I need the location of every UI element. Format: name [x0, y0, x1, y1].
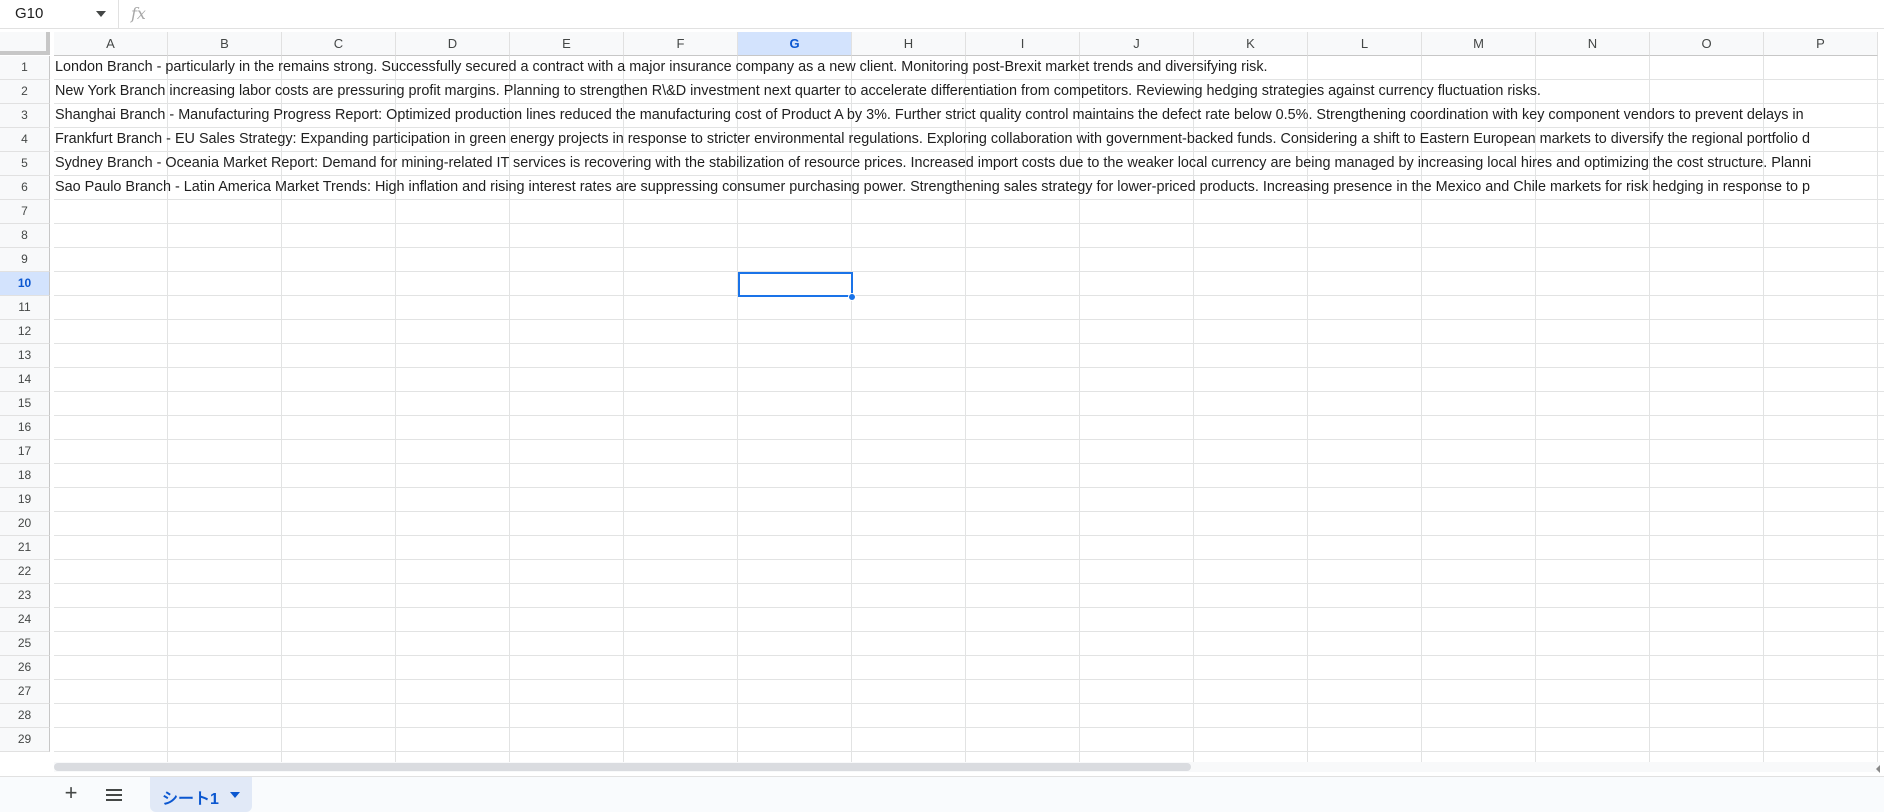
row-header-18[interactable]: 18	[0, 464, 50, 488]
row-header-16[interactable]: 16	[0, 416, 50, 440]
cell-a2[interactable]: New York Branch increasing labor costs a…	[54, 80, 1884, 104]
cell-a6[interactable]: Sao Paulo Branch - Latin America Market …	[54, 176, 1884, 200]
formula-bar: G10 fx	[0, 0, 1884, 29]
row-header-17[interactable]: 17	[0, 440, 50, 464]
select-all-corner[interactable]	[0, 32, 50, 55]
cell-area[interactable]: London Branch - particularly in the rema…	[54, 56, 1884, 762]
row-header-27[interactable]: 27	[0, 680, 50, 704]
row-header-19[interactable]: 19	[0, 488, 50, 512]
column-header-d[interactable]: D	[396, 32, 510, 56]
sheet-bar: + シート1	[0, 776, 1884, 812]
column-header-b[interactable]: B	[168, 32, 282, 56]
sheet-tab-label[interactable]: シート1	[162, 785, 219, 809]
selected-cell[interactable]	[738, 272, 853, 297]
horizontal-scrollbar[interactable]	[54, 762, 1880, 773]
column-header-e[interactable]: E	[510, 32, 624, 56]
name-box[interactable]: G10	[0, 0, 119, 28]
row-header-3[interactable]: 3	[0, 104, 50, 128]
column-header-n[interactable]: N	[1536, 32, 1650, 56]
spreadsheet-grid: ABCDEFGHIJKLMNOP 1 2 3 4 5 6 7 8 9 10 11 12 13 14 15 16…	[0, 32, 1884, 762]
column-header-p[interactable]: P	[1764, 32, 1878, 56]
row-header-28[interactable]: 28	[0, 704, 50, 728]
row-header-25[interactable]: 25	[0, 632, 50, 656]
row-header-6[interactable]: 6	[0, 176, 50, 200]
column-header-a[interactable]: A	[54, 32, 168, 56]
column-header-h[interactable]: H	[852, 32, 966, 56]
row-header-14[interactable]: 14	[0, 368, 50, 392]
row-header-29[interactable]: 29	[0, 728, 50, 752]
row-header-10[interactable]: 10	[0, 272, 50, 296]
column-header-c[interactable]: C	[282, 32, 396, 56]
column-header-l[interactable]: L	[1308, 32, 1422, 56]
column-header-k[interactable]: K	[1194, 32, 1308, 56]
formula-input[interactable]	[160, 4, 1860, 24]
column-header-o[interactable]: O	[1650, 32, 1764, 56]
row-header-9[interactable]: 9	[0, 248, 50, 272]
fill-handle[interactable]	[848, 293, 856, 301]
cell-a5[interactable]: Sydney Branch - Oceania Market Report: D…	[54, 152, 1884, 176]
cell-a4[interactable]: Frankfurt Branch - EU Sales Strategy: Ex…	[54, 128, 1884, 152]
column-header-f[interactable]: F	[624, 32, 738, 56]
column-header-g[interactable]: G	[738, 32, 852, 56]
row-header-20[interactable]: 20	[0, 512, 50, 536]
row-header-4[interactable]: 4	[0, 128, 50, 152]
cell-a1[interactable]: London Branch - particularly in the rema…	[54, 56, 1884, 80]
row-header-12[interactable]: 12	[0, 320, 50, 344]
column-header-i[interactable]: I	[966, 32, 1080, 56]
row-header-8[interactable]: 8	[0, 224, 50, 248]
sheet-tab-active[interactable]: シート1	[150, 777, 252, 812]
row-header-7[interactable]: 7	[0, 200, 50, 224]
row-header-13[interactable]: 13	[0, 344, 50, 368]
name-box-value[interactable]: G10	[15, 5, 43, 22]
row-header-23[interactable]: 23	[0, 584, 50, 608]
fx-icon: fx	[131, 4, 146, 23]
row-header-5[interactable]: 5	[0, 152, 50, 176]
row-header-2[interactable]: 2	[0, 80, 50, 104]
cell-a3[interactable]: Shanghai Branch - Manufacturing Progress…	[54, 104, 1884, 128]
row-header-21[interactable]: 21	[0, 536, 50, 560]
row-header-22[interactable]: 22	[0, 560, 50, 584]
sheet-tab-menu-icon[interactable]	[230, 792, 240, 798]
row-header-26[interactable]: 26	[0, 656, 50, 680]
row-header-15[interactable]: 15	[0, 392, 50, 416]
scrollbar-thumb[interactable]	[54, 763, 1191, 771]
column-header-j[interactable]: J	[1080, 32, 1194, 56]
column-header-m[interactable]: M	[1422, 32, 1536, 56]
row-header-11[interactable]: 11	[0, 296, 50, 320]
row-header-1[interactable]: 1	[0, 56, 50, 80]
row-header-24[interactable]: 24	[0, 608, 50, 632]
add-sheet-button[interactable]: +	[60, 782, 82, 805]
all-sheets-menu-icon[interactable]	[106, 789, 122, 801]
chevron-down-icon[interactable]	[96, 11, 106, 17]
scroll-right-arrow-icon[interactable]	[1876, 765, 1880, 773]
